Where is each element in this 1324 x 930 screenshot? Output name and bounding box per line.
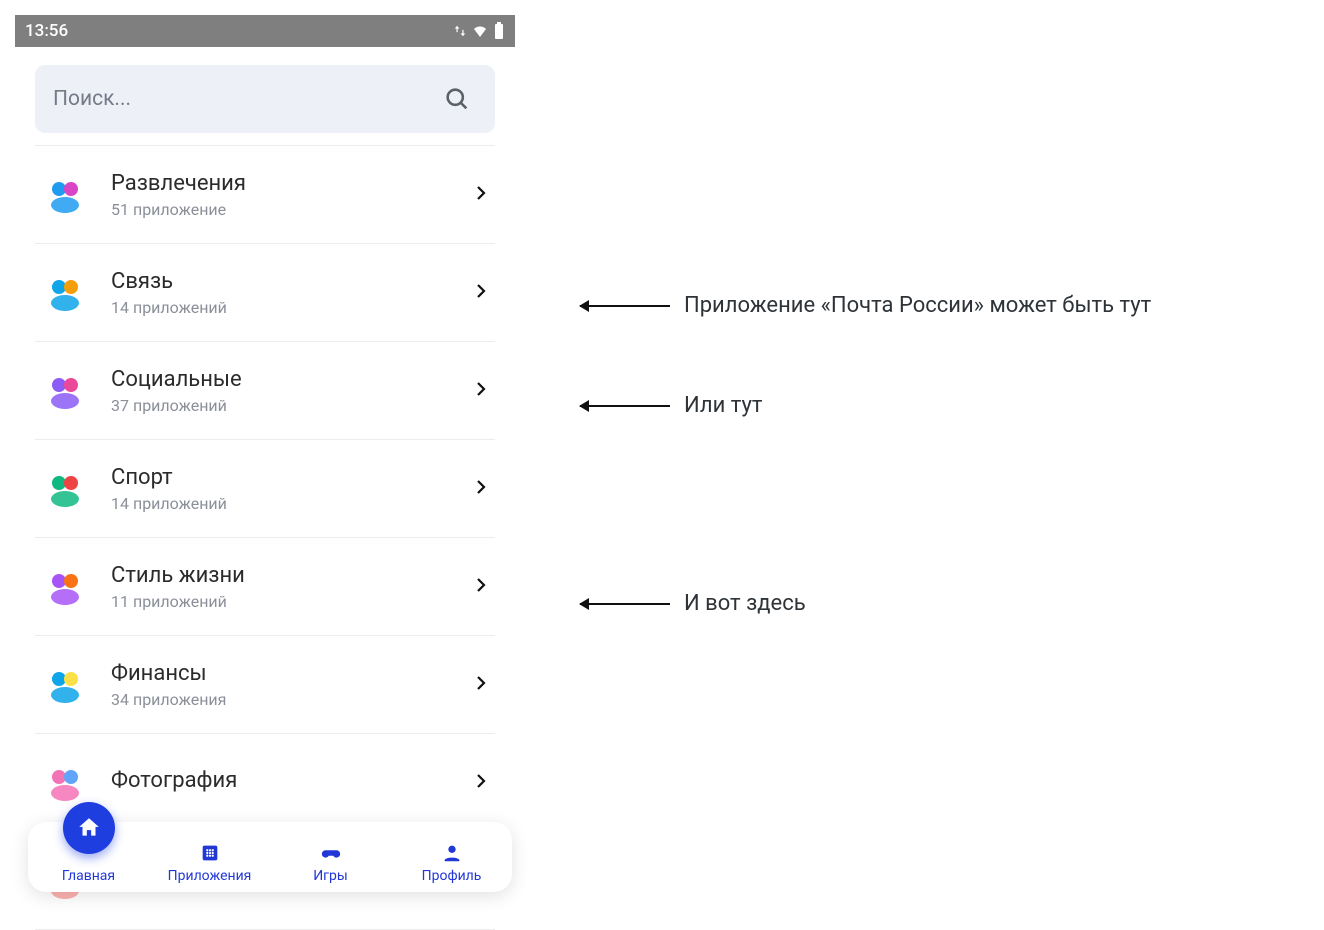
nav-label: Профиль [422,868,482,884]
category-texts: Социальные 37 приложений [111,367,475,415]
nav-label: Игры [313,868,348,884]
nav-games[interactable]: Игры [270,842,391,884]
category-row[interactable]: Социальные 37 приложений [35,342,495,440]
chevron-right-icon [475,575,487,599]
category-subtitle: 14 приложений [111,494,475,513]
arrow-left-icon [580,603,670,605]
category-title: Спорт [111,465,475,490]
home-icon [76,815,102,841]
gamepad-icon [319,842,343,864]
annotation: И вот здесь [580,591,806,616]
status-bar: 13:56 [15,15,515,47]
category-title: Финансы [111,661,475,686]
arrow-left-icon [580,405,670,407]
category-title: Социальные [111,367,475,392]
category-texts: Спорт 14 приложений [111,465,475,513]
chevron-right-icon [475,477,487,501]
profile-icon [441,842,463,864]
search-input[interactable]: Поиск... [35,65,495,133]
category-thumb-icon [43,565,87,609]
category-texts: Связь 14 приложений [111,269,475,317]
chevron-right-icon [475,183,487,207]
category-subtitle: 51 приложение [111,200,475,219]
category-row[interactable]: Финансы 34 приложения [35,636,495,734]
search-placeholder: Поиск... [53,87,131,111]
annotation-text: Приложение «Почта России» может быть тут [684,293,1151,318]
category-subtitle: 34 приложения [111,690,475,709]
home-fab[interactable] [63,802,115,854]
category-thumb-icon [43,369,87,413]
chevron-right-icon [475,673,487,697]
chevron-right-icon [475,771,487,795]
category-subtitle: 11 приложений [111,592,475,611]
category-thumb-icon [43,467,87,511]
arrow-left-icon [580,305,670,307]
category-texts: Стиль жизни 11 приложений [111,563,475,611]
search-icon [443,85,471,113]
phone-frame: 13:56 Поиск... Развлечения51 приложение … [15,15,515,930]
category-subtitle: 14 приложений [111,298,475,317]
apps-icon [199,842,221,864]
annotation-text: Или тут [684,393,762,418]
category-title: Фотография [111,768,475,793]
category-texts: Финансы 34 приложения [111,661,475,709]
status-icons [453,22,505,40]
annotation-text: И вот здесь [684,591,806,616]
category-thumb-icon [43,663,87,707]
category-row[interactable]: Спорт 14 приложений [35,440,495,538]
annotation: Приложение «Почта России» может быть тут [580,293,1151,318]
category-thumb-icon [43,761,87,805]
nav-label: Главная [62,868,115,884]
category-texts: Фотография [111,768,475,797]
nav-label: Приложения [168,868,252,884]
category-thumb-icon [43,173,87,217]
category-title: Связь [111,269,475,294]
category-row[interactable]: Развлечения 51 приложение [35,146,495,244]
search-container: Поиск... [15,47,515,145]
status-time: 13:56 [25,21,68,41]
swap-vertical-icon [453,24,467,38]
category-subtitle: 37 приложений [111,396,475,415]
category-row[interactable]: Связь 14 приложений [35,244,495,342]
annotation: Или тут [580,393,762,418]
category-row[interactable]: Стиль жизни 11 приложений [35,538,495,636]
nav-apps[interactable]: Приложения [149,842,270,884]
category-texts: Развлечения 51 приложение [111,171,475,219]
battery-icon [493,22,505,40]
nav-profile[interactable]: Профиль [391,842,512,884]
chevron-right-icon [475,379,487,403]
chevron-right-icon [475,281,487,305]
category-thumb-icon [43,271,87,315]
wifi-icon [470,23,490,39]
category-title: Развлечения [111,171,475,196]
category-title: Стиль жизни [111,563,475,588]
